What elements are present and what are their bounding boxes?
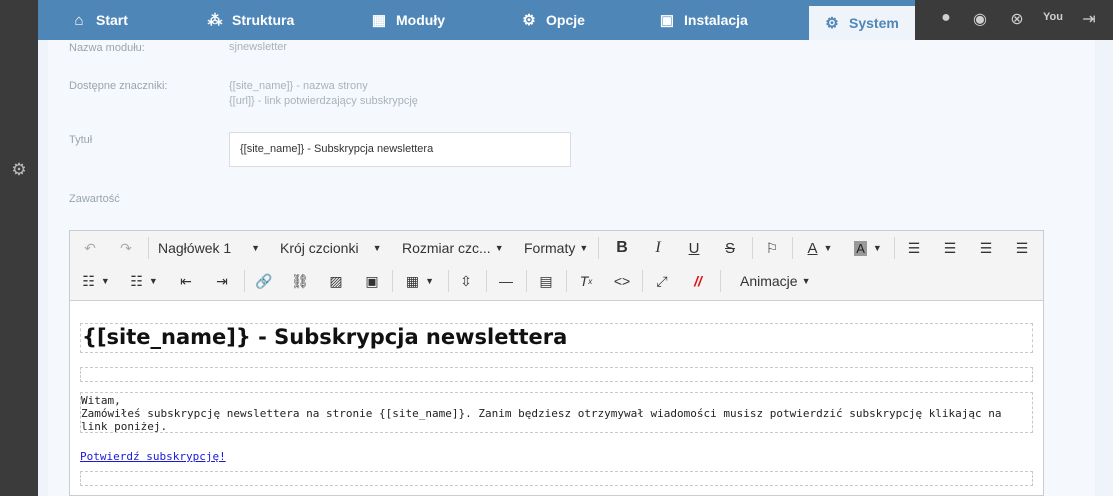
- fullscreen-icon[interactable]: ⤢: [650, 269, 674, 293]
- content-heading[interactable]: {[site_name]} - Subskrypcja newslettera: [80, 323, 1033, 353]
- bold-icon[interactable]: B: [610, 236, 634, 260]
- chevron-down-icon: ▼: [148, 276, 158, 286]
- chevron-down-icon: ▼: [425, 276, 435, 286]
- align-left-icon[interactable]: ☰: [902, 236, 926, 260]
- tab-struktura[interactable]: ⁂ Struktura: [206, 0, 295, 40]
- tab-start-label: Start: [96, 12, 128, 28]
- main-area: Nazwa modułu: sjnewsletter Dostępne znac…: [38, 40, 1113, 496]
- left-rail: ⚙: [0, 0, 38, 496]
- bookmark-icon[interactable]: ⚐: [760, 236, 784, 260]
- indent-icon[interactable]: ⇥: [210, 269, 234, 293]
- numbered-list-icon[interactable]: ☷ ▼: [124, 269, 164, 293]
- chevron-down-icon: ▼: [494, 243, 504, 253]
- image-icon[interactable]: ▨: [324, 269, 348, 293]
- chevron-down-icon: ▼: [372, 243, 382, 253]
- editor-content[interactable]: {[site_name]} - Subskrypcja newslettera …: [70, 301, 1043, 496]
- tab-opcje[interactable]: ⚙ Opcje: [520, 0, 585, 40]
- module-name-value: sjnewsletter: [229, 41, 288, 53]
- link-block: Potwierdź subskrypcję!: [80, 445, 1033, 463]
- settings-gear-icon[interactable]: ⚙: [10, 161, 28, 179]
- title-label: Tytuł: [69, 134, 93, 146]
- chevron-down-icon: ▼: [579, 243, 589, 253]
- undo-icon[interactable]: ↶: [78, 236, 102, 260]
- empty-block[interactable]: [80, 471, 1033, 486]
- home-icon: ⌂: [74, 11, 84, 29]
- animations-label: Animacje: [740, 273, 798, 289]
- link-icon[interactable]: 🔗: [252, 269, 276, 293]
- chevron-down-icon: ▼: [823, 243, 833, 253]
- underline-icon[interactable]: U: [682, 236, 706, 260]
- chevron-down-icon: ▼: [872, 243, 882, 253]
- heading-dropdown[interactable]: Nagłówek 1 ▼: [158, 236, 268, 260]
- empty-block[interactable]: [80, 367, 1033, 382]
- editor-toolbar: ↶ ↷ Nagłówek 1 ▼ Krój czcionki ▼ Rozmiar c…: [70, 231, 1043, 301]
- content-paragraph[interactable]: Witam, Zamówiłeś subskrypcję newslettera…: [80, 392, 1033, 433]
- background-color-icon[interactable]: A ▼: [848, 236, 888, 260]
- source-code-icon[interactable]: <>: [610, 269, 634, 293]
- tag-site-name: {[site_name]} - nazwa strony: [229, 80, 368, 92]
- video-icon[interactable]: ▣: [360, 269, 384, 293]
- formats-label: Formaty: [524, 240, 576, 256]
- tab-opcje-label: Opcje: [546, 12, 585, 28]
- text-color-icon[interactable]: A ▼: [800, 236, 840, 260]
- strikethrough-icon[interactable]: S: [718, 236, 742, 260]
- form-card: Nazwa modułu: sjnewsletter Dostępne znac…: [48, 40, 1095, 496]
- tags-label: Dostępne znaczniki:: [69, 80, 168, 92]
- tab-system-label: System: [849, 15, 899, 31]
- content-label: Zawartość: [69, 193, 120, 205]
- page-break-icon[interactable]: ⇳: [454, 269, 478, 293]
- chevron-down-icon: ▼: [100, 276, 110, 286]
- special-characters-icon[interactable]: ▤: [534, 269, 558, 293]
- module-name-label: Nazwa modułu:: [69, 42, 145, 54]
- outdent-icon[interactable]: ⇤: [174, 269, 198, 293]
- font-size-label: Rozmiar czc...: [402, 240, 491, 256]
- confirm-subscription-link[interactable]: Potwierdź subskrypcję!: [80, 450, 226, 463]
- tag-url: {[url]} - link potwierdzający subskrypcj…: [229, 95, 418, 107]
- sitemap-icon: ⁂: [207, 12, 223, 29]
- heading-dropdown-label: Nagłówek 1: [158, 240, 232, 256]
- table-icon[interactable]: ▦ ▼: [400, 269, 440, 293]
- unlink-icon[interactable]: ⛓: [288, 269, 312, 293]
- redo-icon[interactable]: ↷: [114, 236, 138, 260]
- tab-instalacja[interactable]: ▣ Instalacja: [658, 0, 748, 40]
- tab-instalacja-label: Instalacja: [684, 12, 748, 28]
- chevron-down-icon: ▼: [251, 243, 261, 253]
- align-justify-icon[interactable]: ☰: [1010, 236, 1034, 260]
- clear-formatting-icon[interactable]: Tx: [574, 269, 598, 293]
- top-navigation: ⌂ Start ⁂ Struktura ▦ Moduły ⚙ Opcje ▣ I…: [38, 0, 915, 40]
- tab-struktura-label: Struktura: [232, 12, 295, 28]
- gear-icon: ⚙: [825, 15, 839, 32]
- font-size-dropdown[interactable]: Rozmiar czc... ▼: [402, 236, 514, 260]
- gear-icon: ⚙: [522, 12, 536, 29]
- install-icon: ▣: [659, 12, 675, 29]
- tab-system[interactable]: ⚙ System: [809, 0, 915, 40]
- rich-text-editor: ↶ ↷ Nagłówek 1 ▼ Krój czcionki ▼ Rozmiar c…: [69, 230, 1044, 496]
- eye-icon[interactable]: ◉: [969, 9, 991, 29]
- italic-icon[interactable]: I: [646, 236, 670, 260]
- horizontal-rule-icon[interactable]: —: [494, 269, 518, 293]
- tab-start[interactable]: ⌂ Start: [70, 0, 128, 40]
- bullet-list-icon[interactable]: ☷ ▼: [76, 269, 116, 293]
- utility-icons: ● ◉ ⊗ You ⇥: [915, 0, 1113, 40]
- align-center-icon[interactable]: ☰: [938, 236, 962, 260]
- custom-plugin-icon[interactable]: //: [686, 269, 710, 293]
- lifebuoy-icon[interactable]: ⊗: [1006, 9, 1028, 29]
- align-right-icon[interactable]: ☰: [974, 236, 998, 260]
- font-family-dropdown[interactable]: Krój czcionki ▼: [280, 236, 390, 260]
- content-body: Zamówiłeś subskrypcję newslettera na str…: [81, 407, 1002, 433]
- user-icon[interactable]: ●: [935, 9, 957, 27]
- animations-dropdown[interactable]: Animacje ▼: [740, 269, 820, 293]
- modules-icon: ▦: [371, 12, 387, 29]
- formats-dropdown[interactable]: Formaty ▼: [524, 236, 596, 260]
- content-greeting: Witam,: [81, 394, 121, 407]
- youtube-icon[interactable]: You: [1042, 11, 1064, 23]
- tab-moduly[interactable]: ▦ Moduły: [370, 0, 445, 40]
- font-family-label: Krój czcionki: [280, 240, 359, 256]
- tab-moduly-label: Moduły: [396, 12, 445, 28]
- logout-icon[interactable]: ⇥: [1078, 9, 1100, 29]
- chevron-down-icon: ▼: [801, 276, 811, 286]
- title-input[interactable]: {[site_name]} - Subskrypcja newslettera: [229, 132, 571, 167]
